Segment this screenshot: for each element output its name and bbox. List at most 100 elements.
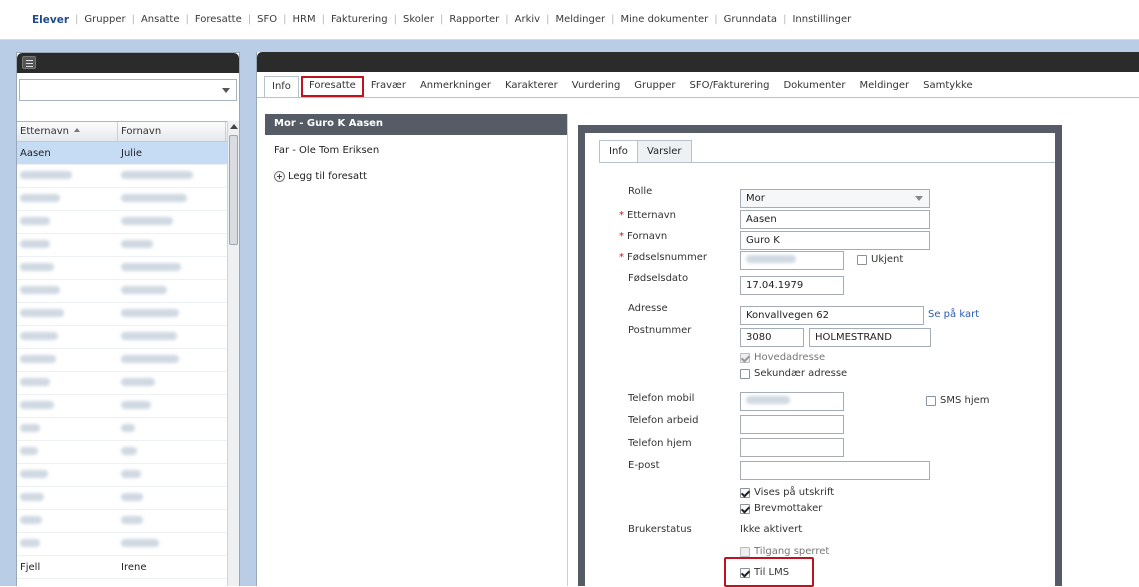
tilgang-sperret-checkbox[interactable]: Tilgang sperret: [740, 546, 829, 557]
table-row[interactable]: [17, 464, 239, 487]
cell-etternavn: [17, 354, 118, 366]
table-row[interactable]: [17, 372, 239, 395]
tab-vurdering[interactable]: Vurdering: [565, 80, 628, 97]
nav-item-skoler[interactable]: Skoler: [397, 14, 440, 25]
redacted-text: [20, 446, 38, 455]
checkbox-box[interactable]: [740, 503, 750, 514]
table-row[interactable]: [17, 533, 239, 556]
fodselsnummer-input[interactable]: [740, 251, 844, 270]
tab-anmerkninger[interactable]: Anmerkninger: [413, 80, 498, 97]
checkbox-box[interactable]: [740, 546, 750, 557]
fornavn-label: * Fornavn: [619, 231, 668, 242]
list-icon[interactable]: [22, 56, 36, 69]
sms-hjem-checkbox[interactable]: SMS hjem: [926, 395, 990, 406]
nav-item-mine-dokumenter[interactable]: Mine dokumenter: [615, 14, 715, 25]
nav-item-foresatte[interactable]: Foresatte: [189, 14, 248, 25]
tab-info[interactable]: Info: [599, 140, 638, 163]
table-row[interactable]: [17, 510, 239, 533]
table-row[interactable]: [17, 441, 239, 464]
guardian-list: Mor - Guro K Aasen Far - Ole Tom Eriksen…: [265, 114, 568, 586]
tab-samtykke[interactable]: Samtykke: [916, 80, 979, 97]
map-link[interactable]: Se på kart: [928, 309, 979, 320]
telefon-hjem-input[interactable]: [740, 438, 844, 457]
table-row[interactable]: [17, 165, 239, 188]
rolle-value: Mor: [746, 193, 765, 204]
table-row[interactable]: [17, 395, 239, 418]
tab-grupper[interactable]: Grupper: [627, 80, 682, 97]
table-row[interactable]: [17, 257, 239, 280]
til-lms-checkbox[interactable]: Til LMS: [740, 567, 789, 578]
table-row[interactable]: [17, 418, 239, 441]
adresse-label: Adresse: [628, 303, 668, 314]
table-row[interactable]: [17, 303, 239, 326]
checkbox-box[interactable]: [740, 567, 750, 578]
tab-meldinger[interactable]: Meldinger: [853, 80, 917, 97]
checkbox-box[interactable]: [740, 487, 750, 498]
nav-item-hrm[interactable]: HRM: [286, 14, 321, 25]
redacted-text: [121, 400, 151, 409]
tab-frav-r[interactable]: Fravær: [364, 80, 413, 97]
fornavn-input[interactable]: Guro K: [740, 231, 930, 250]
rolle-select[interactable]: Mor: [740, 189, 930, 208]
table-row[interactable]: [17, 234, 239, 257]
grid-scrollbar[interactable]: [227, 121, 239, 586]
table-row[interactable]: [17, 188, 239, 211]
fodselsdato-input[interactable]: 17.04.1979: [740, 276, 844, 295]
tab-sfo-fakturering[interactable]: SFO/Fakturering: [682, 80, 776, 97]
guardian-form-tabs: Info Varsler: [599, 140, 692, 163]
table-row[interactable]: [17, 349, 239, 372]
chevron-down-icon[interactable]: [222, 88, 230, 93]
guardian-item-selected[interactable]: Mor - Guro K Aasen: [265, 114, 567, 135]
tab-dokumenter[interactable]: Dokumenter: [776, 80, 852, 97]
scroll-up-icon[interactable]: [230, 124, 238, 129]
tab-karakterer[interactable]: Karakterer: [498, 80, 565, 97]
nav-item-innstillinger[interactable]: Innstillinger: [786, 14, 857, 25]
add-guardian-button[interactable]: Legg til foresatt: [265, 161, 567, 182]
etternavn-input[interactable]: Aasen: [740, 210, 930, 229]
column-header-etternavn[interactable]: Etternavn: [17, 122, 118, 141]
ukjent-checkbox[interactable]: Ukjent: [857, 254, 903, 265]
nav-item-grupper[interactable]: Grupper: [78, 14, 131, 25]
table-row[interactable]: [17, 211, 239, 234]
telefon-mobil-input[interactable]: [740, 392, 844, 411]
adresse-input[interactable]: Konvallvegen 62: [740, 306, 924, 325]
vises-pa-utskrift-checkbox[interactable]: Vises på utskrift: [740, 487, 834, 498]
poststed-input[interactable]: HOLMESTRAND: [809, 328, 931, 347]
redacted-text: [20, 469, 48, 478]
hovedadresse-checkbox[interactable]: Hovedadresse: [740, 352, 825, 363]
nav-item-ansatte[interactable]: Ansatte: [135, 14, 186, 25]
brevmottaker-checkbox[interactable]: Brevmottaker: [740, 503, 822, 514]
tab-varsler[interactable]: Varsler: [637, 140, 692, 163]
cell-fornavn: [118, 354, 226, 366]
nav-item-arkiv[interactable]: Arkiv: [509, 14, 546, 25]
nav-item-elever[interactable]: Elever: [26, 14, 75, 26]
table-row[interactable]: [17, 280, 239, 303]
nav-item-grunndata[interactable]: Grunndata: [718, 14, 783, 25]
guardian-form: Info Varsler Rolle Mor * Etternavn Aasen …: [585, 133, 1055, 587]
table-row[interactable]: Aasen Julie: [17, 142, 239, 165]
tab-info[interactable]: Info: [264, 76, 299, 97]
checkbox-box[interactable]: [926, 395, 936, 406]
table-row[interactable]: [17, 326, 239, 349]
table-row[interactable]: Fjell Irene: [17, 556, 239, 579]
filter-dropdown[interactable]: [19, 79, 237, 101]
telefon-arbeid-input[interactable]: [740, 415, 844, 434]
checkbox-box[interactable]: [740, 352, 750, 363]
checkbox-box[interactable]: [857, 254, 867, 265]
nav-item-meldinger[interactable]: Meldinger: [549, 14, 611, 25]
cell-etternavn: [17, 515, 118, 527]
telefon-mobil-label: Telefon mobil: [628, 393, 695, 404]
sekundar-adresse-checkbox[interactable]: Sekundær adresse: [740, 368, 847, 379]
column-header-fornavn[interactable]: Fornavn: [118, 122, 226, 141]
chevron-down-icon: [915, 196, 923, 201]
postnummer-input[interactable]: 3080: [740, 328, 804, 347]
scrollbar-thumb[interactable]: [229, 135, 238, 245]
nav-item-sfo[interactable]: SFO: [251, 14, 283, 25]
epost-input[interactable]: [740, 461, 930, 480]
guardian-item[interactable]: Far - Ole Tom Eriksen: [265, 135, 567, 161]
nav-item-fakturering[interactable]: Fakturering: [325, 14, 394, 25]
nav-item-rapporter[interactable]: Rapporter: [443, 14, 505, 25]
tab-foresatte[interactable]: Foresatte: [300, 76, 364, 97]
checkbox-box[interactable]: [740, 368, 750, 379]
table-row[interactable]: [17, 487, 239, 510]
